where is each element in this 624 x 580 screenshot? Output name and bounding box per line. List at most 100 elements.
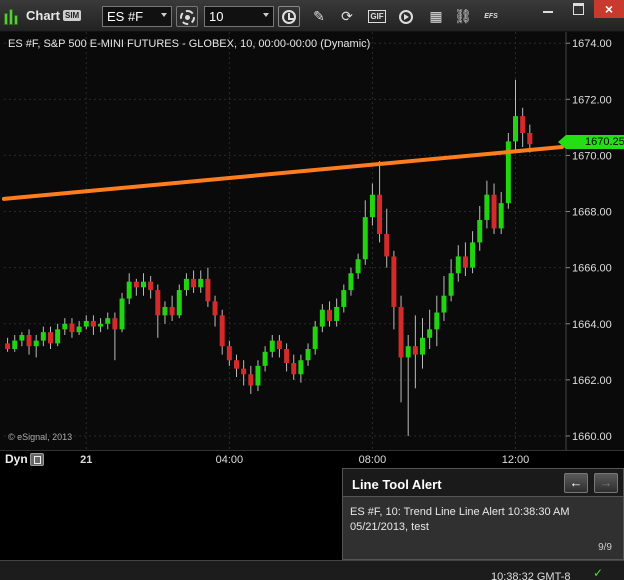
grid-icon[interactable]: ▦ bbox=[425, 6, 447, 27]
refresh-icon[interactable]: ⟳ bbox=[336, 6, 358, 27]
candle-body bbox=[234, 360, 239, 369]
settings-gear-icon[interactable] bbox=[176, 6, 198, 27]
y-tick-label: 1674.00 bbox=[572, 38, 612, 50]
candle-body bbox=[176, 290, 182, 316]
chevron-down-icon[interactable] bbox=[161, 13, 167, 17]
dynamic-mode-label[interactable]: Dyn bbox=[5, 452, 28, 466]
status-bar: 10:38:32 GMT-8 ✓ bbox=[0, 560, 624, 580]
candle-body bbox=[498, 203, 504, 229]
y-tick-label: 1660.00 bbox=[572, 431, 612, 443]
chart-header: ES #F, S&P 500 E-MINI FUTURES - GLOBEX, … bbox=[8, 38, 371, 50]
candle-body bbox=[55, 329, 61, 344]
gif-icon[interactable]: GIF bbox=[366, 6, 388, 27]
candle-body bbox=[305, 349, 311, 361]
sim-mode-badge: SIM bbox=[63, 10, 82, 21]
candle-body bbox=[298, 360, 304, 375]
candle-body bbox=[126, 281, 132, 299]
candle-body bbox=[362, 217, 368, 260]
candle-body bbox=[348, 273, 354, 291]
candle-body bbox=[369, 194, 375, 218]
candle-body bbox=[527, 132, 533, 145]
candle-body bbox=[520, 116, 526, 133]
candle-body bbox=[441, 295, 447, 313]
x-tick-label: 04:00 bbox=[215, 454, 244, 466]
x-tick-label: 12:00 bbox=[501, 454, 530, 466]
candle-body bbox=[391, 256, 397, 307]
chart-app-icon bbox=[4, 7, 20, 25]
alert-title: Line Tool Alert bbox=[352, 477, 442, 492]
candle-body bbox=[76, 326, 82, 333]
pencil-icon[interactable]: ✎ bbox=[308, 6, 330, 27]
candle-body bbox=[183, 278, 189, 291]
candle-body bbox=[19, 334, 25, 341]
candle-body bbox=[219, 315, 225, 347]
candle-body bbox=[62, 323, 68, 330]
candlestick-chart[interactable]: 1674.00 1672.00 1670.00 1668.00 1666.00 1664.… bbox=[0, 32, 624, 450]
status-time: 10:38:32 GMT-8 bbox=[491, 571, 571, 580]
chevron-down-icon[interactable] bbox=[263, 13, 269, 17]
candle-body bbox=[5, 343, 11, 350]
candle-body bbox=[434, 312, 440, 330]
y-tick-label: 1662.00 bbox=[572, 375, 612, 387]
candle-body bbox=[377, 194, 383, 234]
alert-message-line: ES #F, 10: Trend Line Line Alert 10:38:3… bbox=[350, 506, 570, 518]
candle-body bbox=[98, 323, 104, 327]
candle-body bbox=[141, 281, 146, 288]
price-chart[interactable]: 1674.00 1672.00 1670.00 1668.00 1666.00 1664.… bbox=[0, 32, 624, 450]
candle-body bbox=[26, 334, 32, 347]
candle-body bbox=[148, 281, 154, 291]
x-tick-label: 21 bbox=[80, 454, 93, 466]
next-alert-button[interactable]: → bbox=[594, 473, 618, 493]
candle-body bbox=[226, 346, 232, 361]
alert-message-line: 05/21/2013, test bbox=[350, 521, 429, 533]
copyright-text: © eSignal, 2013 bbox=[8, 432, 73, 442]
candle-body bbox=[191, 278, 197, 288]
link-icon[interactable]: ⛓ bbox=[452, 6, 474, 27]
interval-value: 10 bbox=[209, 9, 224, 24]
window-title: Chart bbox=[26, 8, 60, 23]
candle-body bbox=[119, 298, 125, 330]
candle-body bbox=[248, 374, 254, 386]
candle-body bbox=[384, 233, 390, 257]
candle-body bbox=[405, 346, 411, 358]
candle-body bbox=[255, 365, 261, 386]
efs-icon[interactable]: EFS bbox=[480, 6, 502, 27]
previous-alert-button[interactable]: ← bbox=[564, 473, 588, 493]
candle-body bbox=[12, 340, 18, 350]
candle-body bbox=[276, 340, 282, 350]
candle-body bbox=[169, 306, 175, 316]
candle-body bbox=[155, 290, 161, 316]
candle-body bbox=[491, 194, 497, 229]
candle-body bbox=[69, 323, 75, 333]
candle-body bbox=[355, 259, 361, 274]
candle-body bbox=[477, 219, 483, 243]
maximize-button[interactable] bbox=[564, 0, 592, 18]
candle-body bbox=[420, 337, 425, 355]
candle-body bbox=[48, 332, 53, 344]
candle-body bbox=[398, 306, 404, 358]
candle-body bbox=[341, 290, 347, 307]
candle-body bbox=[112, 318, 118, 330]
candle-body bbox=[33, 340, 39, 347]
candle-body bbox=[212, 301, 218, 316]
alert-counter: 9/9 bbox=[598, 542, 612, 553]
symbol-input[interactable]: ES #F bbox=[102, 6, 172, 27]
y-tick-label: 1672.00 bbox=[572, 94, 612, 106]
x-tick-label: 08:00 bbox=[358, 454, 387, 466]
line-tool-alert-panel: Line Tool Alert ← → ES #F, 10: Trend Lin… bbox=[342, 468, 624, 560]
close-button[interactable]: × bbox=[594, 0, 624, 18]
y-tick-label: 1670.00 bbox=[572, 150, 612, 162]
chart-background bbox=[0, 32, 624, 450]
candle-body bbox=[484, 194, 490, 220]
alert-message: ES #F, 10: Trend Line Line Alert 10:38:3… bbox=[350, 505, 620, 535]
lock-icon[interactable] bbox=[30, 453, 44, 466]
candle-body bbox=[83, 320, 89, 327]
y-tick-label: 1668.00 bbox=[572, 207, 612, 219]
play-icon[interactable] bbox=[395, 6, 417, 27]
x-axis: Dyn 21 04:00 08:00 12:00 bbox=[0, 450, 624, 468]
minimize-button[interactable] bbox=[534, 0, 562, 18]
candle-body bbox=[455, 256, 461, 274]
last-price-tag: 1670.25 bbox=[558, 135, 624, 149]
interval-select[interactable]: 10 bbox=[204, 6, 274, 27]
clock-icon[interactable] bbox=[278, 6, 300, 27]
